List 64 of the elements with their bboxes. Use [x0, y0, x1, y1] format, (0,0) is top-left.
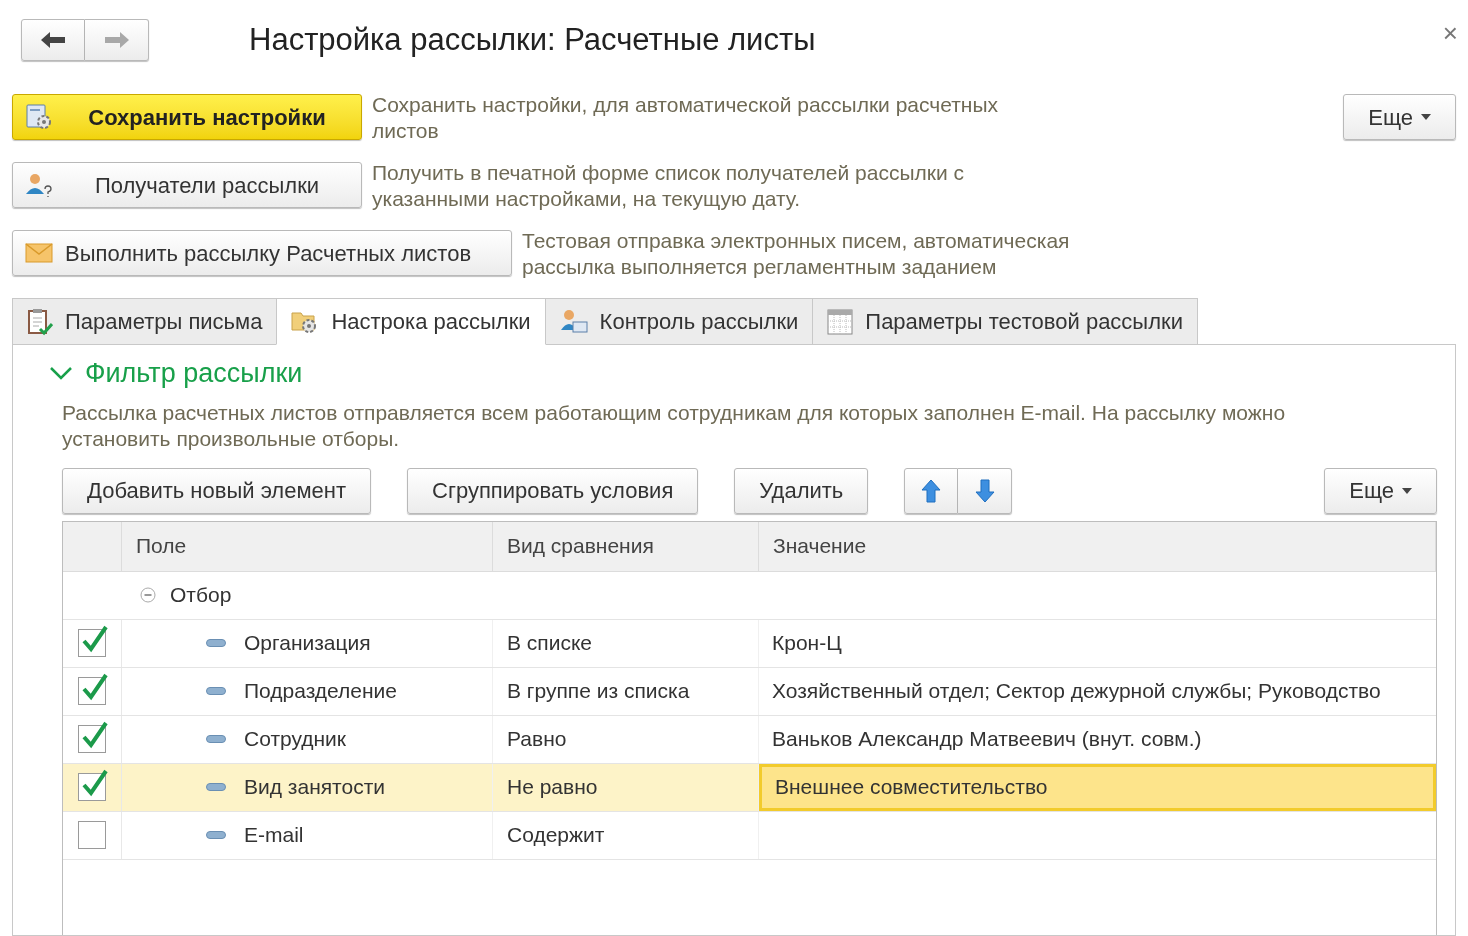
minus-icon [206, 735, 226, 743]
person-card-icon [559, 308, 588, 335]
window-title: Настройка рассылки: Расчетные листы [249, 20, 816, 59]
command-description: Сохранить настройки, для автоматической рассылки расчетных листов [372, 92, 999, 144]
more-button[interactable]: Еще [1343, 94, 1456, 140]
settings-document-icon [25, 103, 53, 131]
field-name: Сотрудник [244, 726, 347, 753]
down-arrow-icon [974, 478, 995, 503]
minus-icon [206, 783, 226, 791]
group-description: Рассылка расчетных листов отправляется всем работающим сотрудникам для которых заполнен E-mail. На рассылку можно установить произвольные отборы. [62, 399, 1287, 452]
command-description: Тестовая отправка электронных писем, автоматическая рассылка выполняется регламентным заданием [522, 228, 1071, 280]
comparison-type: Содержит [507, 822, 605, 849]
right-arrow-icon [103, 31, 130, 49]
back-button[interactable] [21, 19, 85, 61]
command-description: Получить в печатной форме список получателей рассылки с указанными настройками, на текущую дату. [372, 160, 966, 212]
command-button[interactable]: Выполнить рассылку Расчетных листов [12, 230, 512, 276]
column-header[interactable]: Поле [122, 521, 493, 571]
table-row[interactable]: Организация В списке Крон-Ц [63, 619, 1436, 668]
column-header[interactable]: Вид сравнения [493, 521, 759, 571]
tab[interactable]: Контроль рассылки [544, 298, 814, 345]
move-up-button[interactable] [904, 467, 959, 514]
field-name: Организация [244, 630, 371, 657]
close-button[interactable]: × [1442, 13, 1458, 53]
table-row[interactable]: E-mail Содержит [63, 811, 1436, 860]
tab[interactable]: Параметры тестовой рассылки [812, 298, 1198, 345]
tab[interactable]: Настрока рассылки [276, 298, 546, 345]
checkbox[interactable] [78, 821, 106, 849]
save-button[interactable]: Сохранить настройки [12, 94, 362, 140]
person-question-icon [25, 172, 53, 198]
caret-icon [1421, 114, 1431, 120]
comparison-type: В списке [507, 630, 593, 657]
command-button[interactable]: Получатели рассылки [12, 162, 362, 208]
minus-icon [206, 687, 226, 695]
field-name: Подразделение [244, 678, 398, 705]
table-row[interactable]: Подразделение В группе из списка Хозяйственный отдел; Сектор дежурной службы; Руководство [63, 667, 1436, 716]
field-name: Вид занятости [244, 774, 385, 801]
value-text: Крон-Ц [772, 630, 842, 657]
move-down-button[interactable] [958, 467, 1013, 514]
tab[interactable]: Параметры письма [12, 298, 278, 345]
minus-icon [206, 831, 226, 839]
collapse-icon[interactable] [140, 587, 156, 603]
group-name: Отбор [170, 582, 232, 609]
table-row[interactable]: Сотрудник Равно Ваньков Александр Матвеевич (внут. совм.) [63, 715, 1436, 764]
up-arrow-icon [921, 478, 942, 503]
minus-icon [206, 639, 226, 647]
value-text: Хозяйственный отдел; Сектор дежурной службы; Руководство [772, 678, 1381, 705]
field-name: E-mail [244, 822, 304, 849]
value-text: Внешнее совместительство [775, 774, 1048, 801]
caret-icon [1402, 487, 1412, 494]
comparison-type: Равно [507, 726, 567, 753]
comparison-type: В группе из списка [507, 678, 690, 705]
more-button[interactable]: Еще [1324, 467, 1437, 514]
envelope-icon [25, 243, 53, 263]
toolbar-button[interactable]: Удалить [734, 467, 869, 514]
table-row[interactable]: Вид занятости Не равно Внешнее совместительство [63, 763, 1436, 812]
toolbar-button[interactable]: Добавить новый элемент [62, 467, 372, 514]
left-arrow-icon [40, 31, 66, 49]
chevron-icon [49, 366, 73, 381]
comparison-type: Не равно [507, 774, 598, 801]
clipboard-check-icon [27, 307, 53, 336]
grid-icon [827, 308, 854, 335]
toolbar-button[interactable]: Сгруппировать условия [407, 467, 699, 514]
value-text: Ваньков Александр Матвеевич (внут. совм.) [772, 726, 1202, 753]
column-header[interactable]: Значение [759, 521, 1436, 571]
